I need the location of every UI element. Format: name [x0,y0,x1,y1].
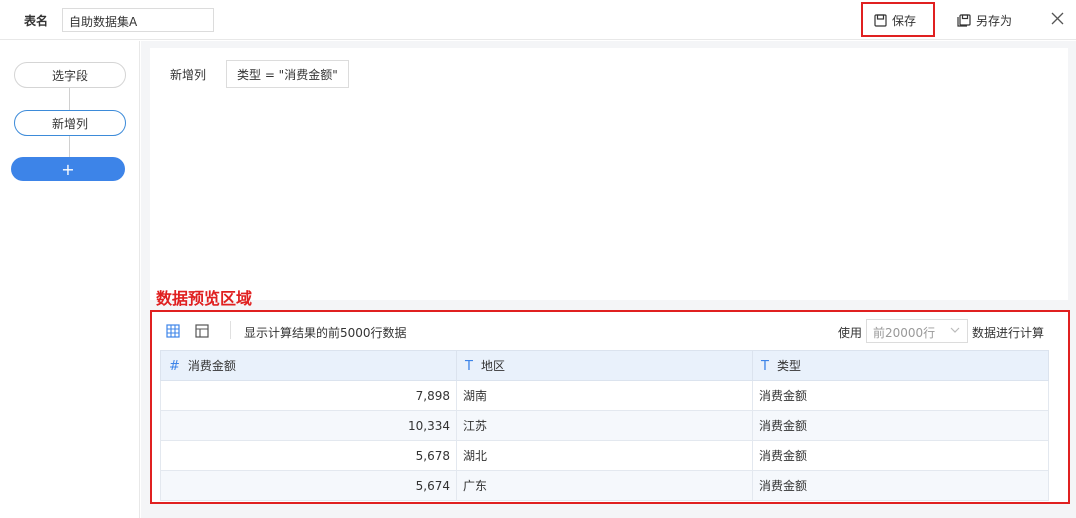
table-cell: 湖南 [456,380,753,411]
table-cell: 广东 [456,470,753,501]
preview-info-text: 显示计算结果的前5000行数据 [244,326,407,340]
preview-annotation: 数据预览区域 [156,289,253,308]
chevron-down-icon [950,327,960,333]
column-header-region[interactable]: T 地区 [456,350,753,381]
column-header-type[interactable]: T 类型 [752,350,1049,381]
column-name: 类型 [776,359,801,373]
column-name: 消费金额 [187,359,236,373]
table-cell: 5,678 [160,440,457,471]
top-bar: 表名 自助数据集A 保存 另存为 [0,0,1076,40]
column-header-amount[interactable]: # 消费金额 [160,350,457,381]
table-row: 10,334 江苏 消费金额 [160,410,1049,441]
table-name-input[interactable]: 自助数据集A [62,8,214,32]
toolbar-divider [230,321,231,339]
table-cell: 5,674 [160,470,457,501]
new-column-chip[interactable]: 类型 = "消费金额" [226,60,349,88]
column-name: 地区 [480,359,505,373]
number-type-icon: # [169,359,180,374]
preview-toolbar: 显示计算结果的前5000行数据 使用 前20000行 数据进行计算 [152,312,1068,350]
row-limit-value: 前20000行 [873,326,936,340]
layout-view-icon[interactable] [195,324,209,341]
close-button[interactable] [1051,12,1064,28]
use-label: 使用 [838,326,863,340]
table-row: 5,678 湖北 消费金额 [160,440,1049,471]
table-cell: 消费金额 [752,470,1049,501]
config-panel: 新增列 类型 = "消费金额" [150,48,1068,300]
table-cell: 消费金额 [752,410,1049,441]
add-step-button[interactable]: + [11,157,125,181]
table-row: 5,674 广东 消费金额 [160,470,1049,501]
step-panel: 选字段 新增列 + [0,41,140,518]
config-label: 新增列 [170,68,207,82]
save-as-label: 另存为 [976,14,1013,28]
save-as-icon [957,14,971,27]
step-new-column[interactable]: 新增列 [14,110,126,136]
close-icon [1051,12,1064,25]
table-cell: 10,334 [160,410,457,441]
step-select-fields[interactable]: 选字段 [14,62,126,88]
table-header-row: # 消费金额 T 地区 T 类型 [160,350,1049,381]
text-type-icon: T [465,359,473,374]
text-type-icon: T [761,359,769,374]
table-cell: 7,898 [160,380,457,411]
table-cell: 江苏 [456,410,753,441]
data-preview-panel: 显示计算结果的前5000行数据 使用 前20000行 数据进行计算 # 消费金额 … [150,310,1070,504]
table-name-label: 表名 [24,14,49,28]
save-highlight-box [861,2,935,37]
step-connector [69,135,70,157]
save-as-button[interactable]: 另存为 [957,12,1012,29]
table-view-icon[interactable] [166,324,180,341]
table-cell: 消费金额 [752,440,1049,471]
table-row: 7,898 湖南 消费金额 [160,380,1049,411]
table-cell: 消费金额 [752,380,1049,411]
preview-table: # 消费金额 T 地区 T 类型 7,898 湖南 消费金额 10,334 江苏 消费… [160,350,1049,501]
step-connector [69,87,70,110]
calc-label: 数据进行计算 [972,326,1045,340]
table-cell: 湖北 [456,440,753,471]
row-limit-select[interactable]: 前20000行 [866,319,968,343]
